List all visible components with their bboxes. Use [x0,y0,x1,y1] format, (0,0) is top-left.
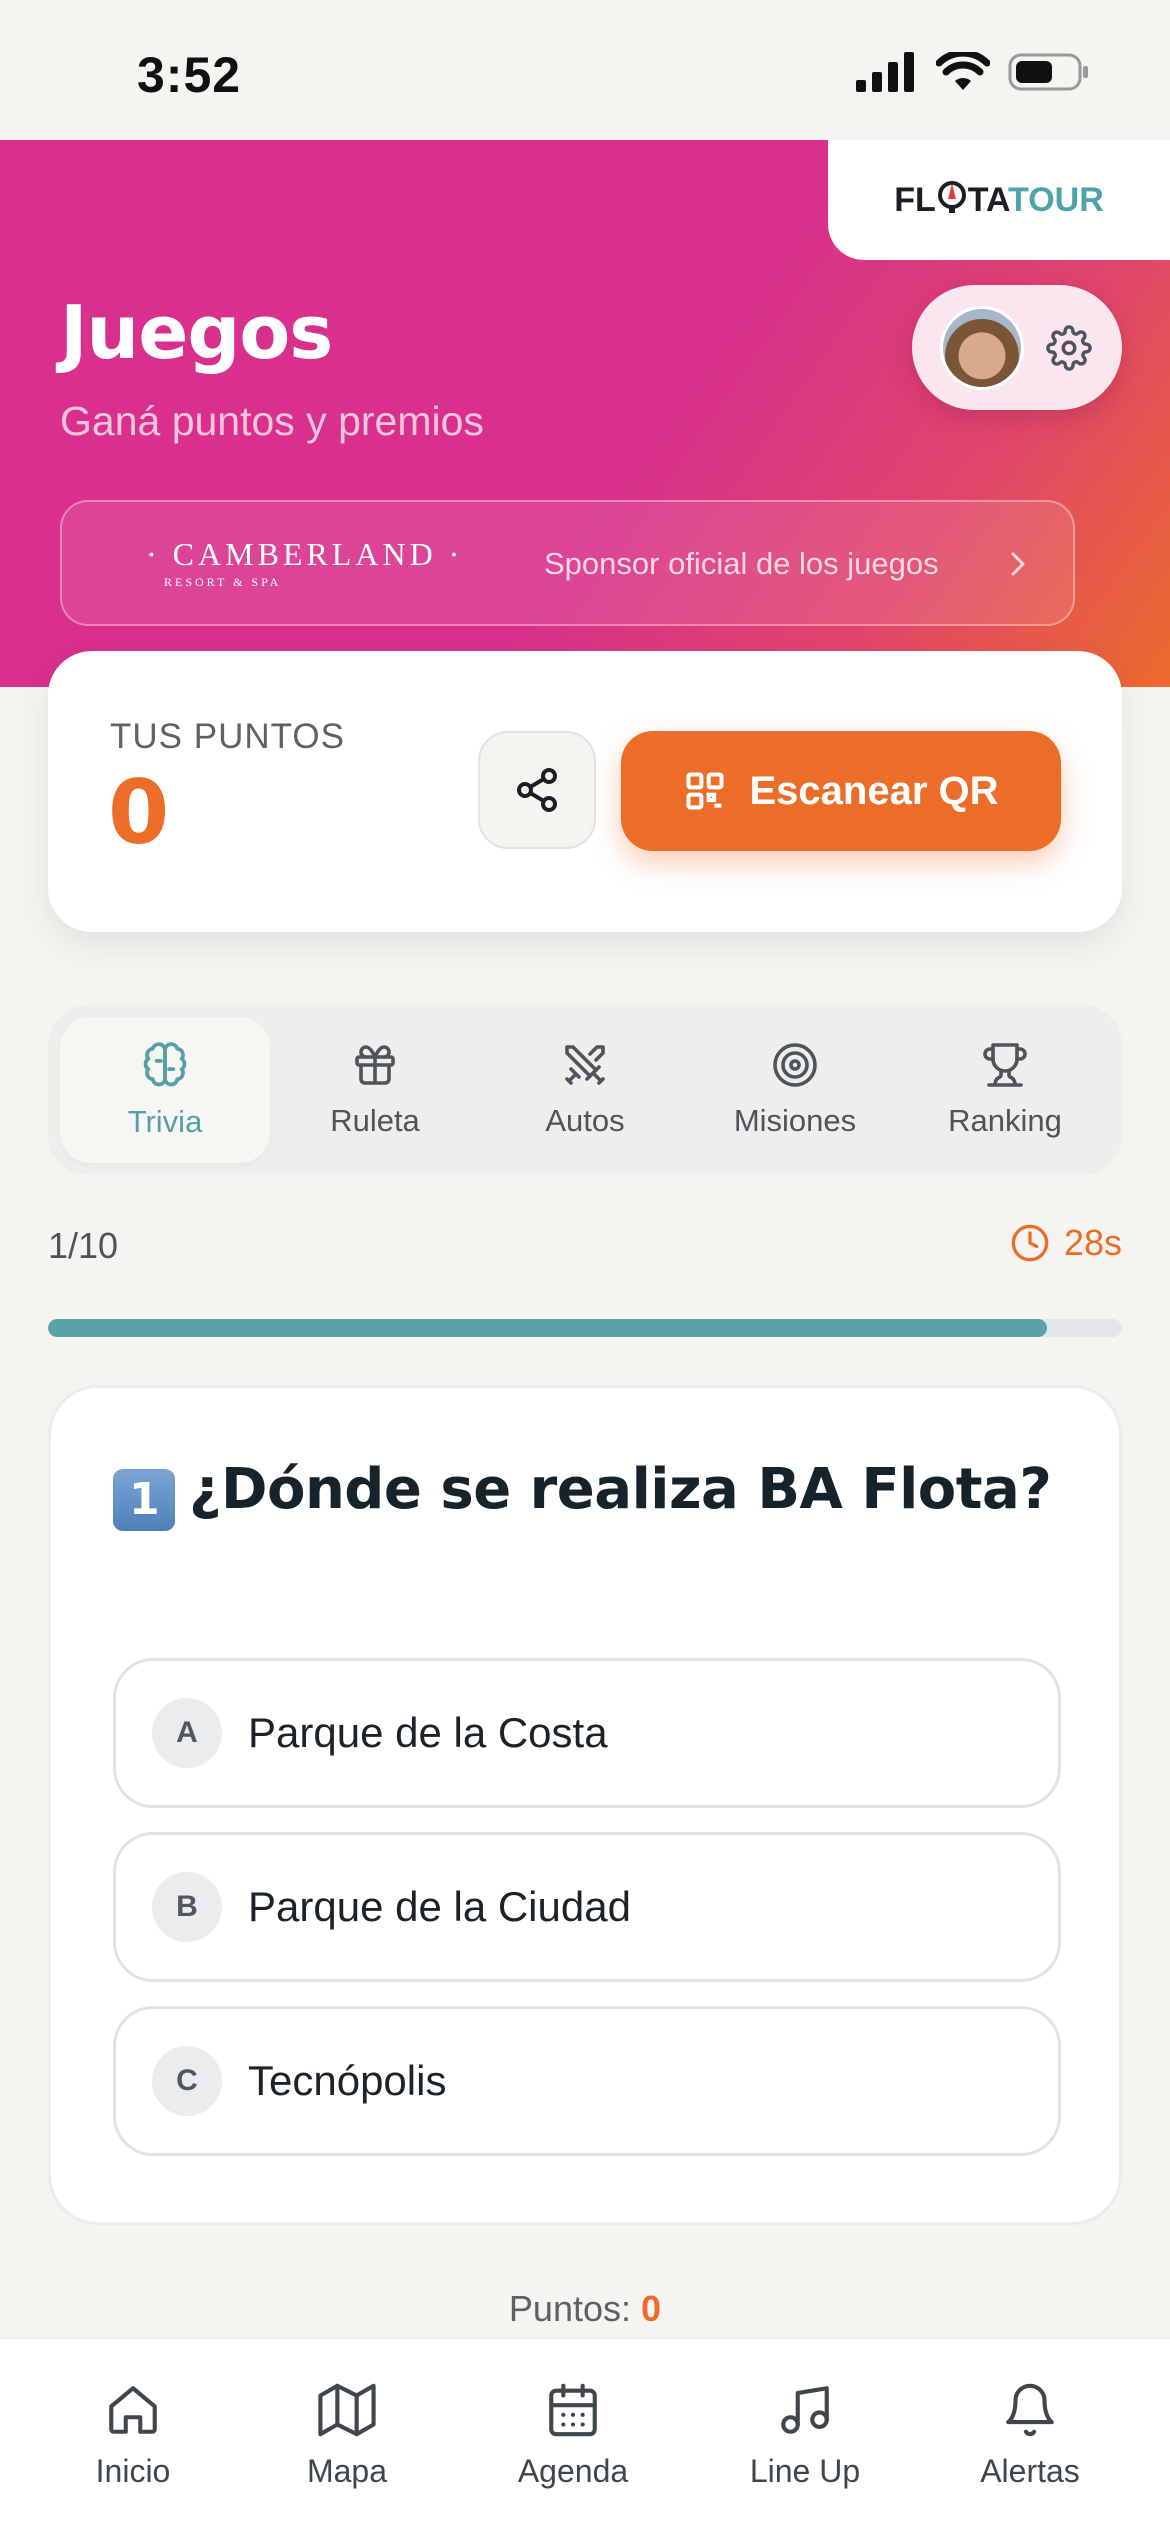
option-letter: B [152,1872,222,1942]
nav-inicio[interactable]: Inicio [33,2381,233,2490]
tab-ranking[interactable]: Ranking [900,1017,1110,1163]
nav-mapa[interactable]: Mapa [247,2381,447,2490]
bell-icon [1001,2381,1059,2439]
nav-line-up[interactable]: Line Up [705,2381,905,2490]
sponsor-logo: · CAMBERLAND · RESORT & SPA [146,536,464,589]
share-icon [513,766,561,814]
answer-option-c[interactable]: C Tecnópolis [113,2006,1061,2156]
points-label: TUS PUNTOS [110,717,345,756]
map-icon [318,2381,376,2439]
crossed-swords-icon [561,1041,609,1089]
option-text: Tecnópolis [248,2057,447,2104]
tab-autos[interactable]: Autos [480,1017,690,1163]
game-tabs: Trivia Ruleta Autos Misiones Ranking [48,1005,1122,1175]
option-text: Parque de la Ciudad [248,1883,631,1930]
points-card: TUS PUNTOS 0 Escanear QR [48,651,1122,932]
status-icons [856,52,1090,92]
status-time: 3:52 [137,47,242,103]
trophy-icon [981,1041,1029,1089]
gift-icon [351,1041,399,1089]
cellular-signal-icon [856,52,918,92]
status-bar: 3:52 [0,0,1170,140]
nav-agenda[interactable]: Agenda [473,2381,673,2490]
battery-icon [1008,52,1090,92]
sponsor-banner[interactable]: · CAMBERLAND · RESORT & SPA Sponsor ofic… [60,500,1075,626]
option-text: Parque de la Costa [248,1709,608,1756]
brain-icon [140,1040,190,1090]
option-letter: A [152,1698,222,1768]
progress-fill [48,1319,1047,1337]
points-value: 0 [108,761,170,864]
page-subtitle: Ganá puntos y premios [60,398,484,444]
brand-logo-tab: FL TATOUR [828,140,1170,260]
sponsor-label: Sponsor oficial de los juegos [544,546,939,581]
countdown-timer: 28s [1010,1222,1122,1264]
tab-trivia[interactable]: Trivia [60,1017,270,1163]
calendar-icon [544,2381,602,2439]
question-card: 1 ¿Dónde se realiza BA Flota? A Parque de… [48,1385,1122,2225]
scan-qr-button[interactable]: Escanear QR [621,731,1061,851]
clock-icon [1010,1223,1050,1263]
target-icon [771,1041,819,1089]
home-icon [104,2381,162,2439]
keycap-number-badge: 1 [113,1469,175,1531]
tab-misiones[interactable]: Misiones [690,1017,900,1163]
share-button[interactable] [478,731,596,849]
avatar[interactable] [940,305,1024,390]
timer-value: 28s [1063,1222,1122,1263]
profile-settings-button[interactable] [912,285,1122,410]
chevron-right-icon [1005,546,1031,582]
answer-option-b[interactable]: B Parque de la Ciudad [113,1832,1061,1982]
question-text: 1 ¿Dónde se realiza BA Flota? [113,1448,1053,1532]
qr-code-icon [683,769,727,813]
question-counter: 1/10 [48,1225,119,1266]
page-title: Juegos [60,290,333,376]
gear-icon[interactable] [1046,324,1092,371]
brand-logo: FL TATOUR [894,180,1104,219]
balloon-icon [937,180,967,215]
tab-ruleta[interactable]: Ruleta [270,1017,480,1163]
option-letter: C [152,2046,222,2116]
scan-qr-label: Escanear QR [749,768,999,813]
nav-alertas[interactable]: Alertas [930,2381,1130,2490]
current-points: Puntos: 0 [508,2288,662,2329]
answer-option-a[interactable]: A Parque de la Costa [113,1658,1061,1808]
wifi-icon [936,52,990,92]
progress-bar [48,1319,1122,1337]
bottom-nav: Inicio Mapa Agenda Line Up Alertas [0,2338,1170,2532]
music-icon [776,2381,834,2439]
